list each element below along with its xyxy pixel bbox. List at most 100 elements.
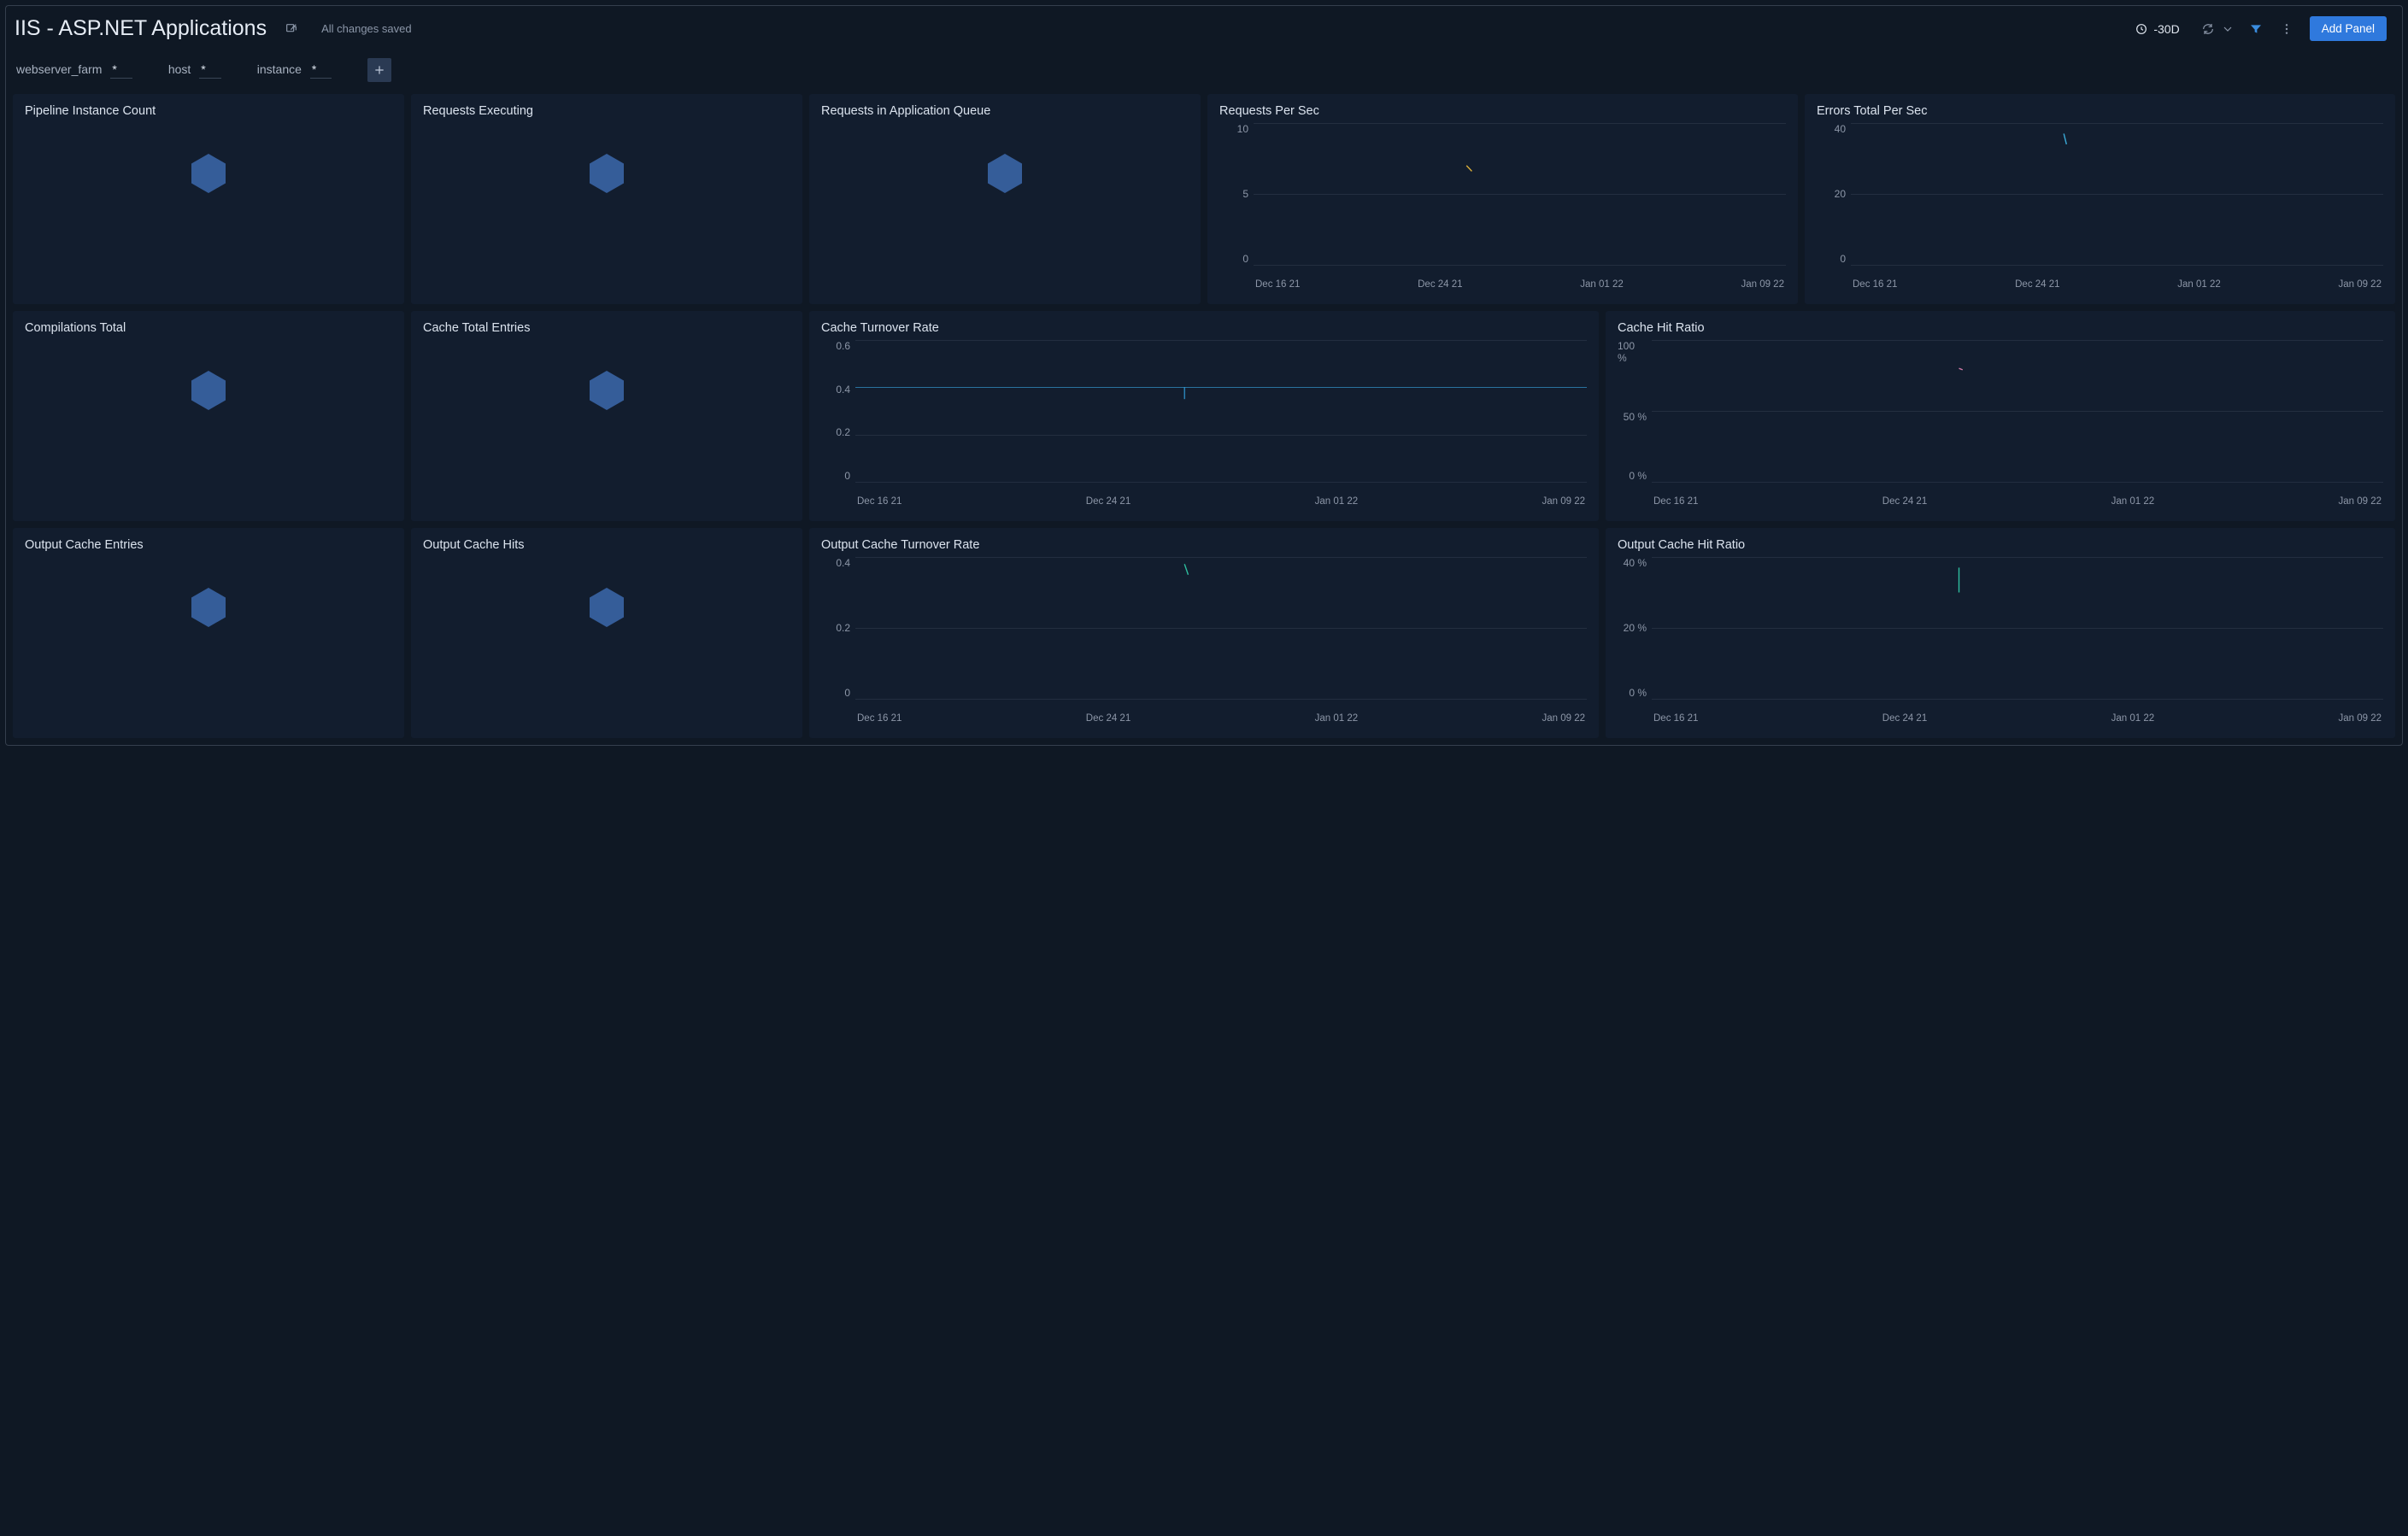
plus-icon — [373, 63, 386, 77]
y-axis: 40 %20 %0 % — [1618, 557, 1652, 699]
x-tick: Dec 24 21 — [1882, 713, 1927, 724]
dashboard-header: IIS - ASP.NET Applications All changes s… — [6, 6, 2402, 53]
x-tick: Jan 09 22 — [2338, 496, 2382, 507]
panel-errors-total-per-sec[interactable]: Errors Total Per Sec40200Dec 16 21Dec 24… — [1805, 94, 2395, 304]
no-data-placeholder — [423, 154, 790, 193]
hexagon-icon — [988, 154, 1022, 193]
y-tick: 0 — [844, 687, 850, 699]
chevron-down-icon — [2221, 22, 2235, 36]
panel-output-cache-hits[interactable]: Output Cache Hits — [411, 528, 802, 738]
panel-title: Errors Total Per Sec — [1817, 104, 2383, 118]
variable-webserver-farm: webserver_farm * — [16, 62, 132, 79]
panel-requests-executing[interactable]: Requests Executing — [411, 94, 802, 304]
variable-value[interactable]: * — [199, 62, 220, 79]
plot-area — [855, 557, 1587, 699]
y-tick: 0 % — [1629, 687, 1647, 699]
add-panel-button[interactable]: Add Panel — [2310, 16, 2387, 41]
time-range-label: -30D — [2153, 22, 2179, 36]
share-icon[interactable] — [280, 18, 302, 40]
y-axis: 0.60.40.20 — [821, 340, 855, 482]
filter-button[interactable] — [2245, 18, 2267, 40]
refresh-menu-button[interactable] — [2221, 18, 2235, 40]
x-tick: Dec 16 21 — [1853, 279, 1897, 290]
chart-series — [1652, 340, 2383, 482]
chart-series — [1254, 123, 1786, 265]
y-tick: 40 — [1835, 123, 1846, 135]
panel-title: Output Cache Turnover Rate — [821, 538, 1587, 552]
panel-output-cache-hit-ratio[interactable]: Output Cache Hit Ratio 40 %20 %0 % Dec 16 … — [1606, 528, 2395, 738]
panel-title: Cache Turnover Rate — [821, 321, 1587, 335]
y-tick: 0 % — [1629, 470, 1647, 482]
variable-value[interactable]: * — [110, 62, 132, 79]
panel-cache-hit-ratio[interactable]: Cache Hit Ratio100 %50 %0 %Dec 16 21Dec … — [1606, 311, 2395, 521]
x-tick: Dec 24 21 — [2015, 279, 2059, 290]
variable-instance: instance * — [257, 62, 332, 79]
plot-area — [1652, 340, 2383, 482]
panel-pipeline-instance-count[interactable]: Pipeline Instance Count — [13, 94, 404, 304]
hexagon-icon — [191, 371, 226, 410]
y-tick: 10 — [1237, 123, 1248, 135]
x-tick: Jan 01 22 — [1315, 713, 1359, 724]
panel-requests-in-app-queue[interactable]: Requests in Application Queue — [809, 94, 1201, 304]
panel-output-cache-turnover[interactable]: Output Cache Turnover Rate0.40.20Dec 16 … — [809, 528, 1599, 738]
x-tick: Dec 16 21 — [857, 713, 902, 724]
chart: 0.60.40.20Dec 16 21Dec 24 21Jan 01 22Jan… — [821, 340, 1587, 507]
variable-label: host — [168, 62, 191, 76]
panel-cache-total-entries[interactable]: Cache Total Entries — [411, 311, 802, 521]
x-tick: Jan 01 22 — [2111, 713, 2155, 724]
hexagon-icon — [590, 588, 624, 627]
panel-title: Requests in Application Queue — [821, 104, 1189, 118]
panel-title: Compilations Total — [25, 321, 392, 335]
variable-value[interactable]: * — [310, 62, 332, 79]
panel-output-cache-entries[interactable]: Output Cache Entries — [13, 528, 404, 738]
y-axis: 10 5 0 — [1219, 123, 1254, 265]
gridline — [855, 482, 1587, 483]
no-data-placeholder — [423, 588, 790, 627]
x-axis: Dec 16 21Dec 24 21Jan 01 22Jan 09 22 — [855, 713, 1587, 724]
y-tick: 0 — [1242, 253, 1248, 265]
x-tick: Jan 01 22 — [1315, 496, 1359, 507]
x-tick: Dec 16 21 — [1653, 496, 1698, 507]
plot-area — [1851, 123, 2383, 265]
y-tick: 5 — [1242, 188, 1248, 200]
x-tick: Dec 24 21 — [1418, 279, 1462, 290]
y-tick: 100 % — [1618, 340, 1647, 364]
no-data-placeholder — [25, 588, 392, 627]
y-tick: 0 — [844, 470, 850, 482]
x-tick: Jan 09 22 — [2338, 713, 2382, 724]
variable-label: instance — [257, 62, 302, 76]
x-axis: Dec 16 21 Dec 24 21 Jan 01 22 Jan 09 22 — [1652, 713, 2383, 724]
y-axis: 100 %50 %0 % — [1618, 340, 1652, 482]
refresh-button[interactable] — [2197, 18, 2219, 40]
x-axis: Dec 16 21Dec 24 21Jan 01 22Jan 09 22 — [1254, 279, 1786, 290]
x-tick: Jan 09 22 — [1741, 279, 1784, 290]
panel-compilations-total[interactable]: Compilations Total — [13, 311, 404, 521]
x-axis: Dec 16 21Dec 24 21Jan 01 22Jan 09 22 — [855, 496, 1587, 507]
chart-series — [855, 557, 1587, 699]
time-range-button[interactable]: -30D — [2129, 19, 2184, 39]
panel-title: Requests Executing — [423, 104, 790, 118]
y-tick: 0.6 — [836, 340, 850, 352]
panel-requests-per-sec[interactable]: Requests Per Sec1050Dec 16 21Dec 24 21Ja… — [1207, 94, 1798, 304]
y-tick: 0 — [1840, 253, 1846, 265]
chart-series — [1652, 557, 2383, 699]
no-data-placeholder — [821, 154, 1189, 193]
panel-cache-turnover[interactable]: Cache Turnover Rate0.60.40.20Dec 16 21De… — [809, 311, 1599, 521]
chart: 10 5 0 Dec 16 21Dec 24 21Jan 01 22Jan 09 22 — [1219, 123, 1786, 290]
panel-grid: Pipeline Instance Count Requests Executi… — [6, 94, 2402, 745]
page-title: IIS - ASP.NET Applications — [15, 16, 267, 41]
chart-series — [855, 340, 1587, 482]
plot-area — [1652, 557, 2383, 699]
x-axis: Dec 16 21Dec 24 21Jan 01 22Jan 09 22 — [1652, 496, 2383, 507]
x-tick: Dec 16 21 — [1653, 713, 1698, 724]
hexagon-icon — [590, 371, 624, 410]
hexagon-icon — [590, 154, 624, 193]
clock-icon — [2135, 22, 2148, 36]
more-button[interactable] — [2276, 18, 2298, 40]
panel-title: Cache Total Entries — [423, 321, 790, 335]
panel-title: Output Cache Hit Ratio — [1618, 538, 2383, 552]
x-tick: Jan 09 22 — [1542, 713, 1585, 724]
add-variable-button[interactable] — [367, 58, 391, 82]
gridline — [1652, 482, 2383, 483]
y-tick: 40 % — [1624, 557, 1647, 569]
